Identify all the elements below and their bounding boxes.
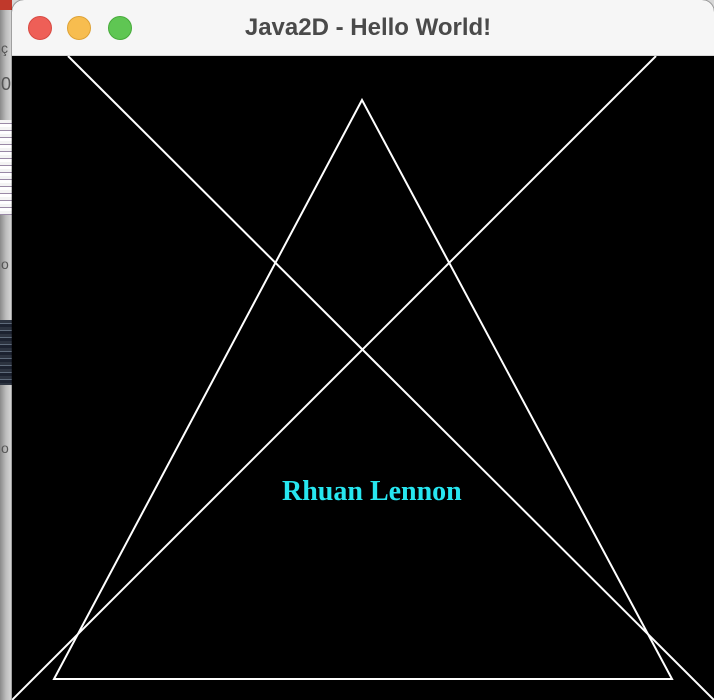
desktop-sliver-window-a	[0, 120, 12, 215]
desktop-edge-glyph: ç	[1, 40, 8, 56]
desktop-sliver-window-b	[0, 320, 12, 385]
triangle-shape	[52, 97, 674, 680]
desktop-edge-glyph: o	[1, 440, 9, 456]
title-bar[interactable]: Java2D - Hello World!	[12, 0, 714, 56]
window-title: Java2D - Hello World!	[244, 14, 492, 41]
app-window: Java2D - Hello World! Rhuan Lennon	[12, 0, 714, 700]
desktop-edge-glyph: 0	[1, 74, 12, 94]
drawing-surface: Rhuan Lennon	[12, 56, 714, 700]
drawing-canvas[interactable]: Rhuan Lennon	[12, 56, 714, 700]
canvas-name-text: Rhuan Lennon	[282, 476, 462, 507]
desktop-edge-glyph: o	[1, 256, 9, 272]
desktop-sliver-top	[0, 0, 12, 10]
